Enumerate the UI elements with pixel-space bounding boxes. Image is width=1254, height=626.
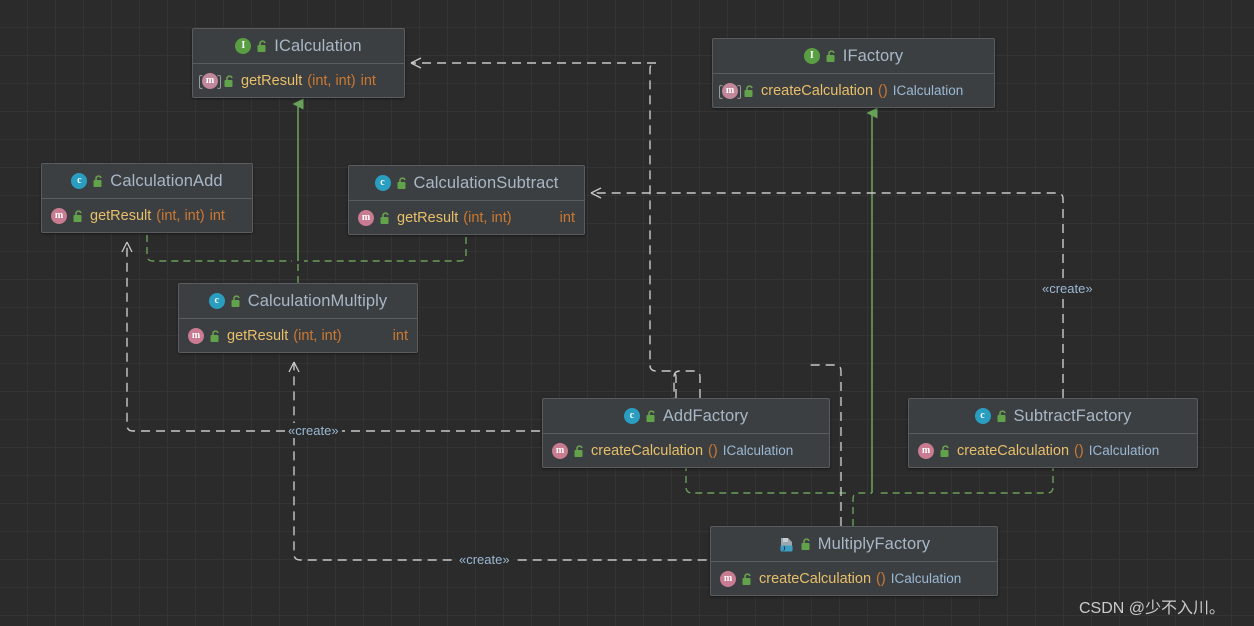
uml-node-calculationsubtract[interactable]: c CalculationSubtract m getResult (int, i… <box>348 165 585 235</box>
unlock-icon <box>743 84 756 98</box>
member-params: () <box>878 82 888 99</box>
unlock-icon <box>379 211 392 225</box>
node-title-icalculation: I ICalculation <box>193 29 404 64</box>
member-params: (int, int) <box>156 207 205 224</box>
uml-node-multiplyfactory[interactable]: J MultiplyFactory m createCalculation() … <box>710 526 998 596</box>
node-title-addfactory: c AddFactory <box>543 399 829 434</box>
class-icon: c <box>71 173 88 189</box>
unlock-icon <box>256 39 269 53</box>
node-title-text: CalculationSubtract <box>413 173 559 192</box>
node-title-text: AddFactory <box>662 406 749 425</box>
uml-node-icalculation[interactable]: I ICalculation m getResult (int, int) int <box>192 28 405 98</box>
uml-node-addfactory[interactable]: c AddFactory m createCalculation() ICalc… <box>542 398 830 468</box>
member-params: (int, int) <box>463 209 512 226</box>
member-params: () <box>1074 442 1084 459</box>
unlock-icon <box>573 444 586 458</box>
node-title-ifactory: I IFactory <box>713 39 994 74</box>
method-interface-icon: m <box>719 82 741 99</box>
unlock-icon <box>209 329 222 343</box>
interface-icon: I <box>803 48 820 64</box>
uml-node-ifactory[interactable]: I IFactory m createCalculation() ICalcul… <box>712 38 995 108</box>
method-icon: m <box>720 570 736 587</box>
uml-node-calculationmultiply[interactable]: c CalculationMultiply m getResult (int, i… <box>178 283 418 353</box>
node-title-text: ICalculation <box>274 36 362 55</box>
unlock-icon <box>72 209 85 223</box>
node-title-text: MultiplyFactory <box>817 534 931 553</box>
node-title-text: SubtractFactory <box>1013 406 1132 425</box>
unlock-icon <box>825 49 838 63</box>
class-icon: c <box>208 293 225 309</box>
member-name: getResult <box>227 327 289 344</box>
method-icon: m <box>918 442 934 459</box>
unlock-icon <box>92 174 105 188</box>
uml-member-createcalculation[interactable]: m createCalculation() ICalculation <box>543 434 829 467</box>
node-title-calculationsubtract: c CalculationSubtract <box>349 166 584 201</box>
node-title-text: IFactory <box>842 46 904 65</box>
node-title-subtractfactory: c SubtractFactory <box>909 399 1197 434</box>
class-icon: c <box>974 408 991 424</box>
uml-diagram-canvas: «create» «create» «create» I ICalculatio… <box>0 0 1254 626</box>
member-name: getResult <box>241 72 303 89</box>
node-title-calculationmultiply: c CalculationMultiply <box>179 284 417 319</box>
member-return-type: ICalculation <box>892 83 964 98</box>
unlock-icon <box>741 572 754 586</box>
member-params: (int, int) <box>293 327 342 344</box>
node-title-calculationadd: c CalculationAdd <box>42 164 252 199</box>
member-name: createCalculation <box>591 442 704 459</box>
node-title-text: CalculationMultiply <box>247 291 388 310</box>
interface-icon: I <box>235 38 252 54</box>
uml-member-getresult[interactable]: m getResult (int, int) int <box>349 201 584 234</box>
unlock-icon <box>223 74 236 88</box>
class-icon: c <box>374 175 391 191</box>
method-icon: m <box>188 327 204 344</box>
unlock-icon <box>800 537 813 551</box>
unlock-icon <box>645 409 658 423</box>
member-return-type: ICalculation <box>1088 443 1160 458</box>
stereotype-label-create-add: «create» <box>285 423 342 438</box>
class-icon: c <box>623 408 640 424</box>
stereotype-label-create-multiply: «create» <box>456 552 513 567</box>
member-name: getResult <box>90 207 152 224</box>
member-params: () <box>876 570 886 587</box>
unlock-icon <box>996 409 1009 423</box>
uml-member-getresult[interactable]: m getResult (int, int) int <box>193 64 404 97</box>
member-return-type: ICalculation <box>722 443 794 458</box>
member-return-type: ICalculation <box>890 571 962 586</box>
method-interface-icon: m <box>199 72 221 89</box>
java-file-icon: J <box>778 536 795 553</box>
unlock-icon <box>230 294 243 308</box>
uml-member-createcalculation[interactable]: m createCalculation() ICalculation <box>909 434 1197 467</box>
realization-factories-to-ifactory <box>685 464 1054 526</box>
member-return-type: int <box>559 209 575 226</box>
method-icon: m <box>358 209 374 226</box>
unlock-icon <box>939 444 952 458</box>
member-name: getResult <box>397 209 459 226</box>
method-icon: m <box>552 442 568 459</box>
uml-member-getresult[interactable]: m getResult (int, int) int <box>42 199 252 232</box>
stereotype-label-create-subtract: «create» <box>1039 281 1096 296</box>
member-params: () <box>708 442 718 459</box>
uml-member-getresult[interactable]: m getResult (int, int) int <box>179 319 417 352</box>
member-name: createCalculation <box>957 442 1070 459</box>
uml-member-createcalculation[interactable]: m createCalculation() ICalculation <box>711 562 997 595</box>
node-title-text: CalculationAdd <box>110 171 223 190</box>
watermark: CSDN @少不入川。 <box>1079 600 1226 617</box>
member-name: createCalculation <box>759 570 872 587</box>
member-name: createCalculation <box>761 82 874 99</box>
member-params: (int, int) <box>307 72 356 89</box>
node-title-multiplyfactory: J MultiplyFactory <box>711 527 997 562</box>
member-return-type: int <box>392 327 408 344</box>
uml-node-calculationadd[interactable]: c CalculationAdd m getResult (int, int) i… <box>41 163 253 233</box>
uml-node-subtractfactory[interactable]: c SubtractFactory m createCalculation() … <box>908 398 1198 468</box>
uml-member-createcalculation[interactable]: m createCalculation() ICalculation <box>713 74 994 107</box>
dependency-subtractfactory-to-calculationsubtract <box>590 187 1064 398</box>
member-return-type: int <box>209 207 225 224</box>
unlock-icon <box>396 176 409 190</box>
method-icon: m <box>51 207 67 224</box>
member-return-type: int <box>360 72 376 89</box>
